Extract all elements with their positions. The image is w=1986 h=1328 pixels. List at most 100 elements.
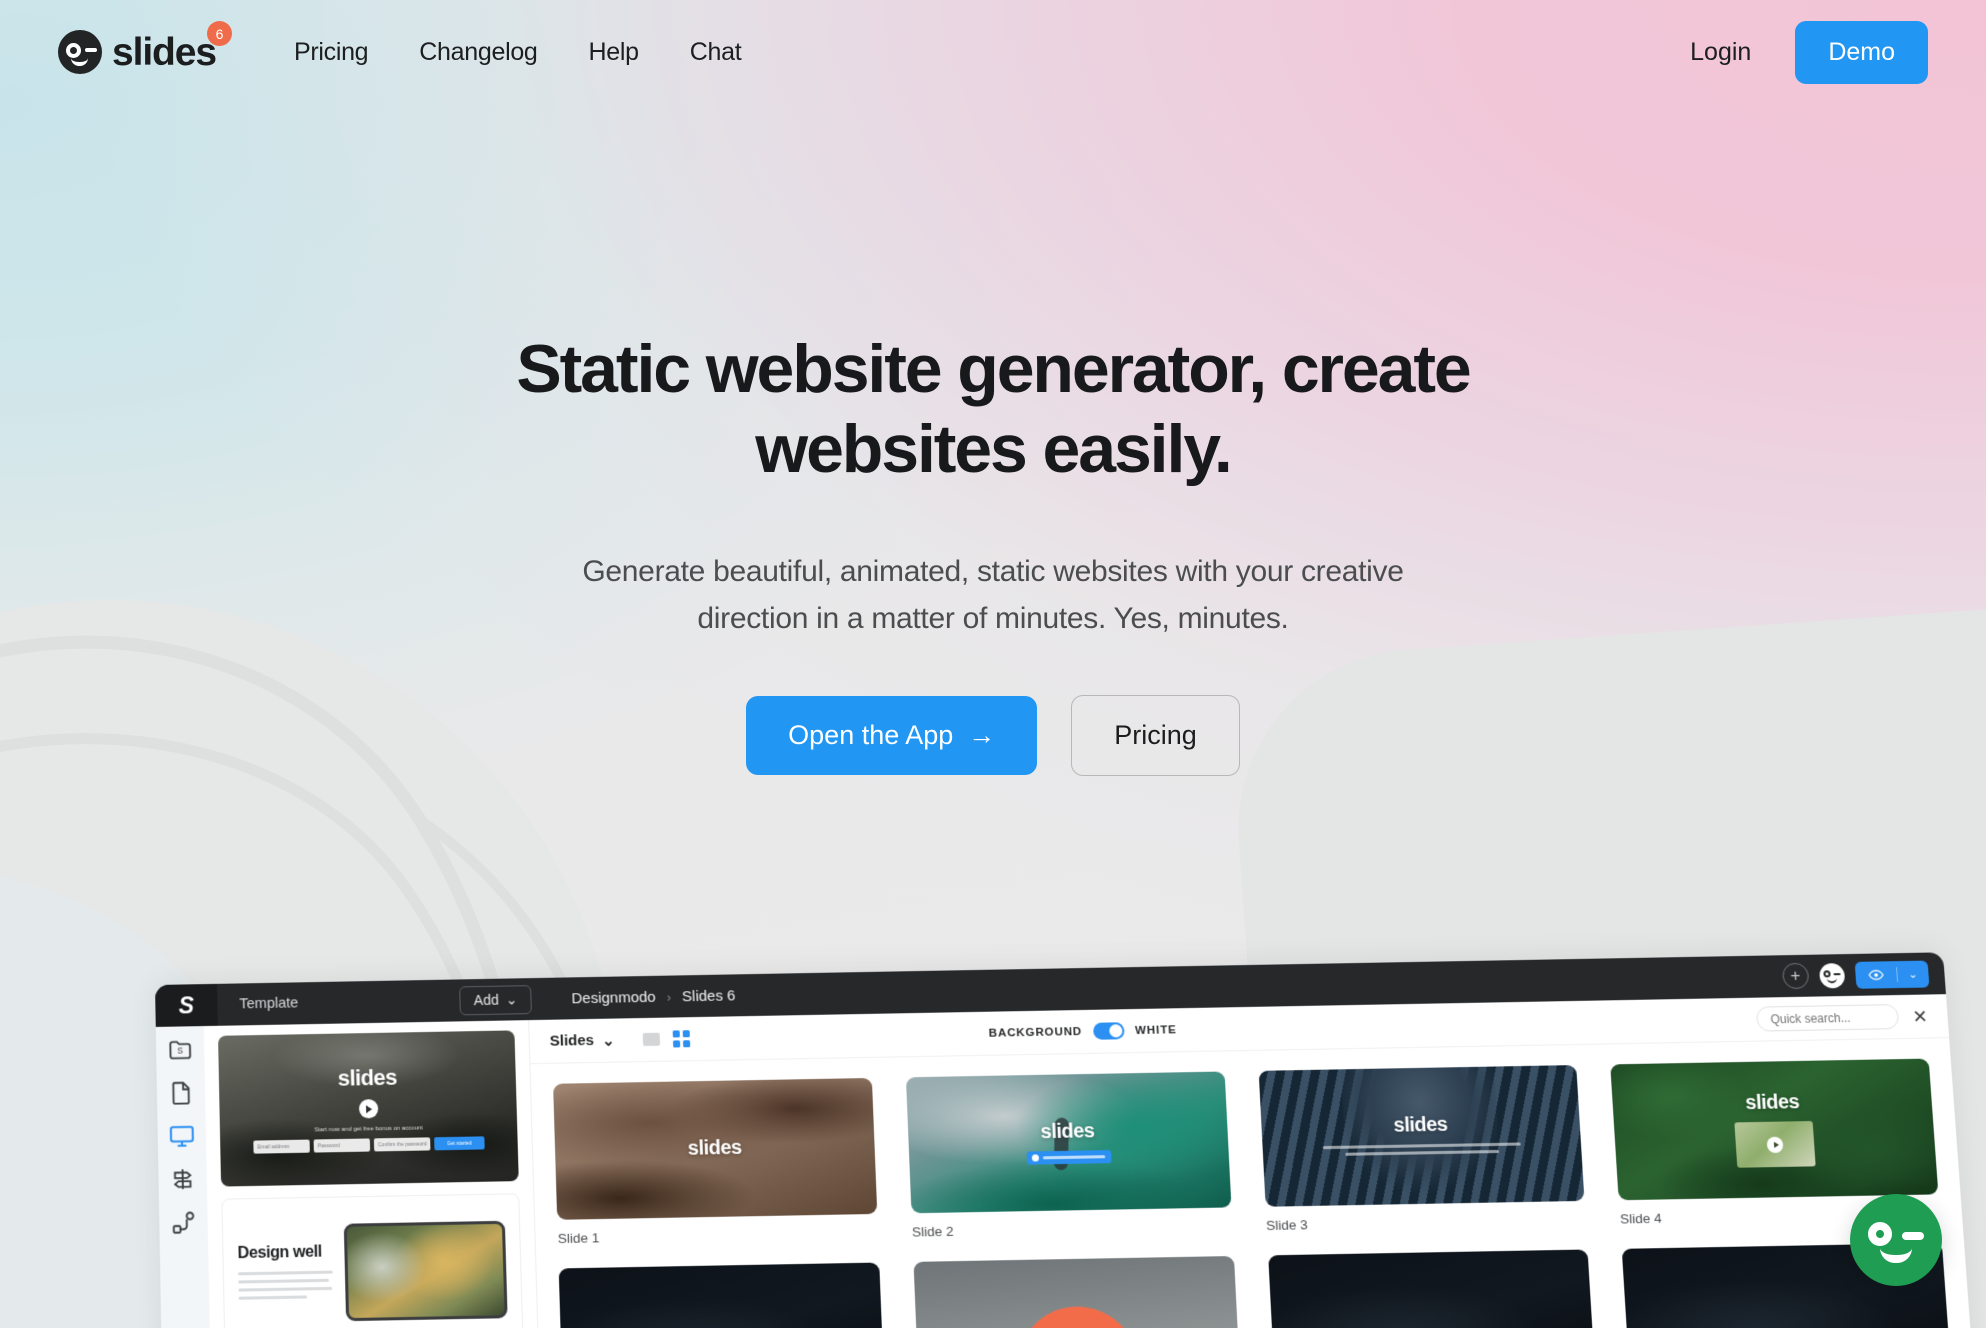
avatar[interactable] bbox=[1818, 962, 1846, 988]
slide-item bbox=[913, 1256, 1241, 1328]
template-hero-caption: Start now and get free bonus on account bbox=[314, 1125, 423, 1134]
slide-thumbnail[interactable]: slides bbox=[1258, 1065, 1585, 1207]
hero-heading: Static website generator, create website… bbox=[516, 331, 1471, 487]
slides-grid: slides Slide 1 slides Slide 2 slides Sli… bbox=[530, 1038, 1973, 1328]
search-input[interactable] bbox=[1755, 1004, 1900, 1032]
template-card-body bbox=[237, 1270, 333, 1300]
template-preview-hero[interactable]: slides Start now and get free bonus on a… bbox=[218, 1030, 519, 1187]
slides-workspace: Slides ⌄ BACKGROUND WHITE Quick search..… bbox=[529, 994, 1974, 1328]
slide-caption: Slide 3 bbox=[1265, 1217, 1309, 1234]
slide-item: slides Slide 2 bbox=[905, 1071, 1233, 1240]
chevron-down-icon: ⌄ bbox=[601, 1032, 615, 1050]
confirm-password-field[interactable]: Confirm the password bbox=[373, 1137, 431, 1152]
nav-item-changelog[interactable]: Changelog bbox=[419, 38, 538, 67]
template-card-title: Design well bbox=[237, 1242, 323, 1262]
slides-dropdown-label: Slides bbox=[549, 1031, 595, 1050]
template-panel: slides Start now and get free bonus on a… bbox=[203, 1020, 541, 1328]
breadcrumb-item-project[interactable]: Slides 6 bbox=[682, 987, 736, 1005]
monitor-preview-icon[interactable] bbox=[169, 1123, 196, 1150]
app-sidebar-rail: S bbox=[155, 1026, 212, 1328]
page-root: slides 6 Pricing Changelog Help Chat Log… bbox=[0, 0, 1986, 1328]
background-label: BACKGROUND bbox=[988, 1025, 1083, 1040]
template-hero-form: Email address Password Confirm the passw… bbox=[253, 1136, 485, 1154]
breadcrumb: Designmodo › Slides 6 bbox=[547, 987, 735, 1007]
app-topbar-actions: + ⌄ bbox=[1781, 960, 1946, 990]
slide-item: slides Slide 3 bbox=[1258, 1065, 1586, 1233]
play-icon bbox=[1766, 1136, 1784, 1153]
brand-logo[interactable]: slides 6 bbox=[58, 21, 232, 74]
wink-face-icon bbox=[58, 30, 102, 74]
add-button[interactable]: Add ⌄ bbox=[459, 984, 532, 1015]
hero-subheading: Generate beautiful, animated, static web… bbox=[582, 555, 1404, 635]
slide-cta-button bbox=[1026, 1150, 1112, 1165]
nav-item-chat[interactable]: Chat bbox=[690, 38, 742, 67]
header-actions: Login Demo bbox=[1690, 20, 1928, 84]
preview-button[interactable]: ⌄ bbox=[1854, 960, 1930, 989]
password-field[interactable]: Password bbox=[313, 1138, 371, 1153]
chevron-down-icon: ⌄ bbox=[1907, 968, 1918, 981]
add-button-label: Add bbox=[473, 991, 499, 1009]
app-topbar-left: Template Add ⌄ bbox=[217, 984, 548, 1019]
breadcrumb-item-workspace[interactable]: Designmodo bbox=[571, 988, 656, 1007]
close-icon[interactable]: ✕ bbox=[1912, 1006, 1929, 1026]
slide-thumbnail[interactable]: slides bbox=[905, 1071, 1231, 1214]
chevron-down-icon: ⌄ bbox=[505, 990, 518, 1008]
login-link[interactable]: Login bbox=[1690, 38, 1751, 67]
chat-widget-button[interactable] bbox=[1850, 1194, 1942, 1286]
get-started-button[interactable]: Get started bbox=[434, 1136, 485, 1151]
slide-video-embed bbox=[1734, 1120, 1816, 1168]
slide-thumbnail[interactable]: slides bbox=[553, 1077, 878, 1220]
page-document-icon[interactable] bbox=[168, 1079, 195, 1106]
slide-overlay-title: slides bbox=[1392, 1113, 1449, 1137]
brand-name: slides bbox=[112, 30, 217, 74]
slide-overlay-title: slides bbox=[1744, 1091, 1800, 1115]
demo-button[interactable]: Demo bbox=[1795, 20, 1928, 84]
phone-mockup-image bbox=[343, 1220, 508, 1322]
slide-thumbnail[interactable] bbox=[913, 1256, 1241, 1328]
brand-version-badge: 6 bbox=[206, 21, 232, 46]
hero-section: Static website generator, create website… bbox=[0, 0, 1986, 776]
email-field[interactable]: Email address bbox=[253, 1139, 310, 1154]
slide-caption: Slide 1 bbox=[557, 1230, 600, 1247]
eye-icon bbox=[1855, 969, 1897, 981]
slide-item bbox=[558, 1262, 885, 1328]
hero-cta-row: Open the App → Pricing bbox=[0, 694, 1986, 776]
slides-dropdown[interactable]: Slides ⌄ bbox=[549, 1031, 615, 1050]
nav-item-help[interactable]: Help bbox=[589, 38, 640, 67]
breadcrumb-separator-icon: › bbox=[666, 989, 672, 1005]
view-toggle-group bbox=[642, 1030, 691, 1048]
slide-item: slides Slide 1 bbox=[553, 1077, 878, 1247]
app-preview-mockup: S Template Add ⌄ Designmodo › Slides 6 + bbox=[155, 952, 1974, 1328]
search-area: ✕ bbox=[1755, 1004, 1929, 1032]
slide-thumbnail[interactable] bbox=[1267, 1249, 1597, 1328]
arrow-right-icon: → bbox=[968, 719, 996, 750]
slide-caption: Slide 2 bbox=[911, 1223, 954, 1240]
app-window: S Template Add ⌄ Designmodo › Slides 6 + bbox=[155, 952, 1974, 1328]
pricing-button[interactable]: Pricing bbox=[1071, 694, 1240, 776]
slide-item bbox=[1267, 1249, 1597, 1328]
svg-text:S: S bbox=[177, 1046, 183, 1056]
app-body: S slides Start now and get free bonus on… bbox=[155, 994, 1974, 1328]
nav-item-pricing[interactable]: Pricing bbox=[294, 38, 369, 67]
app-logo[interactable]: S bbox=[155, 983, 218, 1027]
assets-folder-icon[interactable]: S bbox=[167, 1036, 194, 1063]
slide-overlay-title: slides bbox=[687, 1136, 743, 1160]
background-toggle-group: BACKGROUND WHITE bbox=[988, 1021, 1177, 1041]
flow-connect-icon[interactable] bbox=[170, 1209, 197, 1236]
plus-icon[interactable]: + bbox=[1781, 962, 1810, 990]
background-value: WHITE bbox=[1134, 1023, 1178, 1037]
open-the-app-label: Open the App bbox=[788, 719, 954, 750]
site-header: slides 6 Pricing Changelog Help Chat Log… bbox=[0, 0, 1986, 104]
background-toggle[interactable] bbox=[1092, 1022, 1125, 1040]
template-preview-design-well[interactable]: Design well bbox=[221, 1193, 524, 1328]
slide-thumbnail[interactable] bbox=[558, 1262, 885, 1328]
list-view-icon[interactable] bbox=[642, 1032, 660, 1047]
grid-view-icon[interactable] bbox=[672, 1030, 691, 1048]
panel-title-template: Template bbox=[239, 995, 299, 1013]
play-icon bbox=[358, 1099, 378, 1119]
navigation-signpost-icon[interactable] bbox=[169, 1166, 196, 1193]
main-navigation: Pricing Changelog Help Chat bbox=[294, 38, 742, 67]
slide-thumbnail[interactable]: slides bbox=[1610, 1058, 1939, 1201]
slide-overlay-title: slides bbox=[1040, 1120, 1095, 1144]
open-the-app-button[interactable]: Open the App → bbox=[746, 695, 1038, 775]
